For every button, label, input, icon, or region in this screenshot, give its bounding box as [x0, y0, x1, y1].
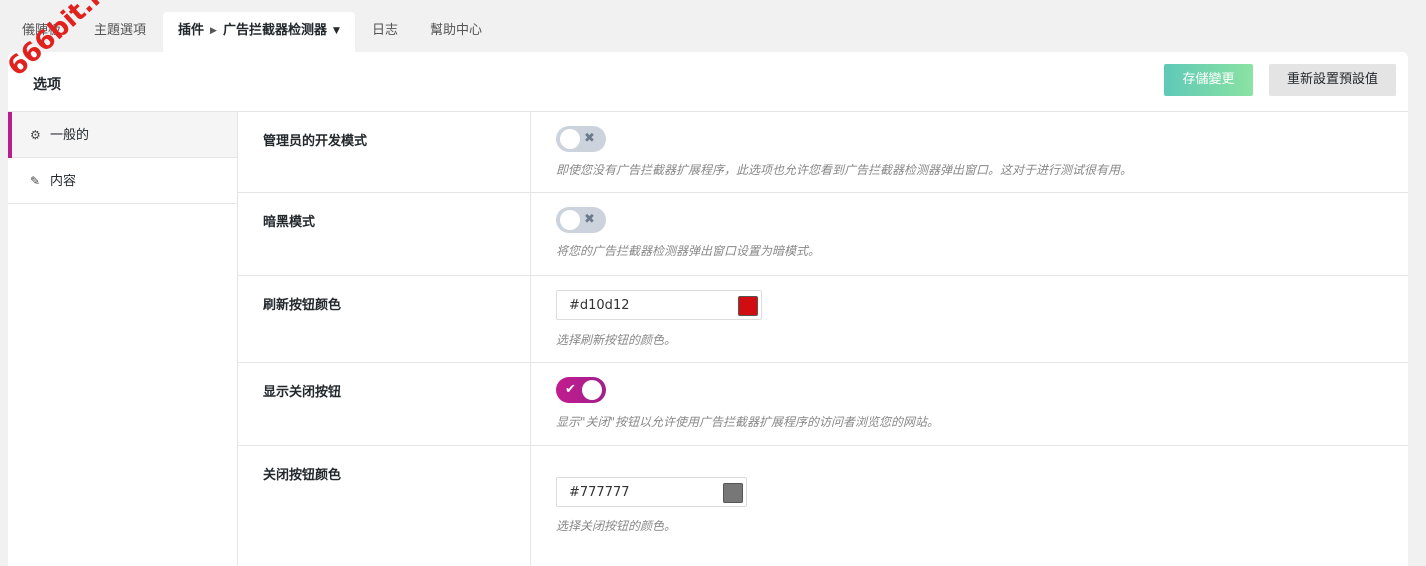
close-color-input[interactable]: #777777: [556, 477, 747, 507]
divider: [530, 276, 531, 362]
sidebar-item-label: 一般的: [50, 128, 90, 143]
refresh-color-input[interactable]: #d10d12: [556, 290, 762, 320]
sidebar-item-label: 内容: [50, 174, 77, 189]
setting-description: 选择刷新按钮的颜色。: [556, 333, 677, 347]
setting-label: 关闭按钮颜色: [263, 468, 342, 483]
tab-plugin-sub-label: 广告拦截器检测器: [222, 23, 327, 38]
divider: [530, 446, 531, 566]
panel-header: 选项 存儲變更 重新設置預設值: [8, 52, 1408, 112]
setting-row-dev-mode: 管理员的开发模式 ✖ 即使您没有广告拦截器扩展程序，此选项也允许您看到广告拦截器…: [238, 112, 1408, 193]
sidebar-item-general[interactable]: ⚙ 一般的: [8, 112, 237, 158]
tab-plugins-label: 插件: [178, 23, 205, 38]
tab-theme-options[interactable]: 主題選項: [84, 12, 156, 52]
top-tabs: 儀陣板 主題選項 插件 ▶ 广告拦截器检测器 ▼ 日志 幫助中心: [0, 12, 1426, 52]
sidebar-item-content[interactable]: ✎ 内容: [8, 158, 237, 204]
setting-description: 选择关闭按钮的颜色。: [556, 519, 677, 533]
tab-plugins[interactable]: 插件 ▶ 广告拦截器检测器 ▼: [163, 12, 355, 52]
save-button[interactable]: 存儲變更: [1164, 64, 1253, 96]
setting-row-show-close: 显示关闭按钮 ✔ 显示"关闭"按钮以允许使用广告拦截器扩展程序的访问者浏览您的网…: [238, 363, 1408, 446]
setting-label: 管理员的开发模式: [263, 134, 368, 149]
divider: [530, 112, 531, 192]
options-panel: 选项 存儲變更 重新設置預設值 ⚙ 一般的 ✎ 内容 管理员的开发模式 ✖ 即使您没…: [8, 52, 1408, 566]
setting-label: 暗黑模式: [263, 215, 316, 230]
reset-defaults-button[interactable]: 重新設置預設值: [1269, 64, 1396, 96]
edit-icon: ✎: [30, 174, 41, 188]
close-icon: ✖: [584, 131, 595, 146]
chevron-down-icon: ▼: [332, 26, 340, 36]
setting-description: 即使您没有广告拦截器扩展程序，此选项也允许您看到广告拦截器检测器弹出窗口。这对于…: [556, 163, 1133, 177]
gear-icon: ⚙: [30, 128, 41, 142]
toggle-knob: [560, 129, 580, 149]
page-title: 选项: [33, 77, 61, 93]
divider: [530, 193, 531, 275]
setting-row-close-color: 关闭按钮颜色 #777777 选择关闭按钮的颜色。: [238, 446, 1408, 566]
color-swatch[interactable]: [723, 483, 743, 503]
setting-row-dark-mode: 暗黑模式 ✖ 将您的广告拦截器检测器弹出窗口设置为暗模式。: [238, 193, 1408, 276]
sidebar: ⚙ 一般的 ✎ 内容: [8, 112, 238, 566]
chevron-right-icon: ▶: [210, 26, 217, 36]
setting-description: 将您的广告拦截器检测器弹出窗口设置为暗模式。: [556, 244, 821, 258]
tab-log[interactable]: 日志: [362, 12, 408, 52]
dark-mode-toggle[interactable]: ✖: [556, 207, 606, 233]
color-value: #d10d12: [569, 298, 630, 313]
toggle-knob: [560, 210, 580, 230]
setting-label: 刷新按钮颜色: [263, 298, 342, 313]
dev-mode-toggle[interactable]: ✖: [556, 126, 606, 152]
show-close-toggle[interactable]: ✔: [556, 377, 606, 403]
color-swatch[interactable]: [738, 296, 758, 316]
setting-label: 显示关闭按钮: [263, 385, 342, 400]
check-icon: ✔: [565, 382, 576, 397]
close-icon: ✖: [584, 212, 595, 227]
setting-row-refresh-color: 刷新按钮颜色 #d10d12 选择刷新按钮的颜色。: [238, 276, 1408, 363]
divider: [530, 363, 531, 445]
tab-help-center[interactable]: 幫助中心: [420, 12, 492, 52]
color-value: #777777: [569, 485, 630, 500]
setting-description: 显示"关闭"按钮以允许使用广告拦截器扩展程序的访问者浏览您的网站。: [556, 415, 940, 429]
toggle-knob: [582, 380, 602, 400]
